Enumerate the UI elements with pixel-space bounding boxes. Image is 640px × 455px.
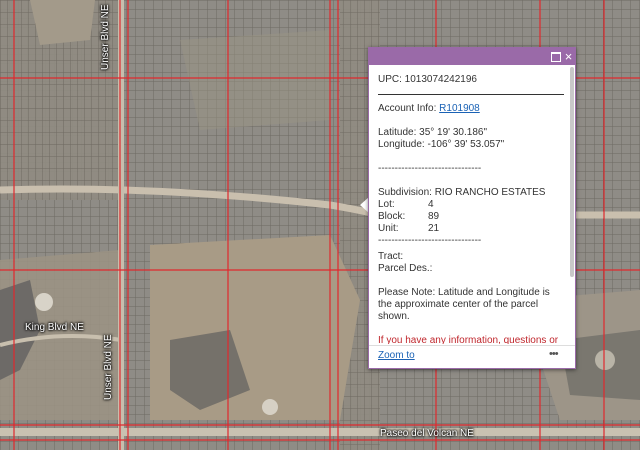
latitude-text: Latitude: 35° 19' 30.186" <box>378 127 487 138</box>
parcel-popup: × UPC: 1013074242196 Account Info: R1019… <box>368 47 576 369</box>
more-options-icon[interactable]: ••• <box>549 348 559 360</box>
longitude-text: Longitude: -106° 39' 53.057" <box>378 139 505 150</box>
account-link[interactable]: R101908 <box>439 103 480 114</box>
lot-label: Lot: <box>378 199 395 210</box>
separator-2: ------------------------------- <box>378 235 482 246</box>
block-label: Block: <box>378 211 406 222</box>
subdivision-text: Subdivision: RIO RANCHO ESTATES <box>378 187 546 198</box>
block-value: 89 <box>428 211 440 222</box>
info-text: If you have any information, questions o… <box>378 335 559 344</box>
lot-row: Lot: 4 <box>378 199 576 211</box>
account-info: Account Info: R101908 <box>378 103 576 115</box>
unit-label: Unit: <box>378 223 399 234</box>
lot-value: 4 <box>428 199 434 210</box>
road-label-paseo: Paseo del Volcan NE <box>380 428 474 439</box>
popup-footer: Zoom to ••• <box>369 345 575 368</box>
unit-row: Unit: 21 <box>378 223 576 235</box>
popup-header: × <box>369 48 575 65</box>
parcel-des-text: Parcel Des.: <box>378 263 433 274</box>
close-icon[interactable]: × <box>562 50 575 63</box>
unit-value: 21 <box>428 223 440 234</box>
road-label-unser-north: Unser Blvd NE <box>100 4 111 70</box>
block-row: Block: 89 <box>378 211 576 223</box>
tract-text: Tract: <box>378 251 404 262</box>
zoom-to-link[interactable]: Zoom to <box>378 350 415 361</box>
road-label-king: King Blvd NE <box>25 322 84 333</box>
account-label: Account Info: <box>378 103 440 114</box>
maximize-icon[interactable] <box>549 50 562 63</box>
popup-content[interactable]: UPC: 1013074242196 Account Info: R101908… <box>369 66 576 344</box>
note-text: Please Note: Latitude and Longitude is t… <box>378 287 550 322</box>
popup-scrollbar[interactable] <box>570 67 574 277</box>
road-label-unser-south: Unser Blvd NE <box>103 334 114 400</box>
separator: ------------------------------- <box>378 163 482 174</box>
upc-text: UPC: 1013074242196 <box>378 74 564 95</box>
